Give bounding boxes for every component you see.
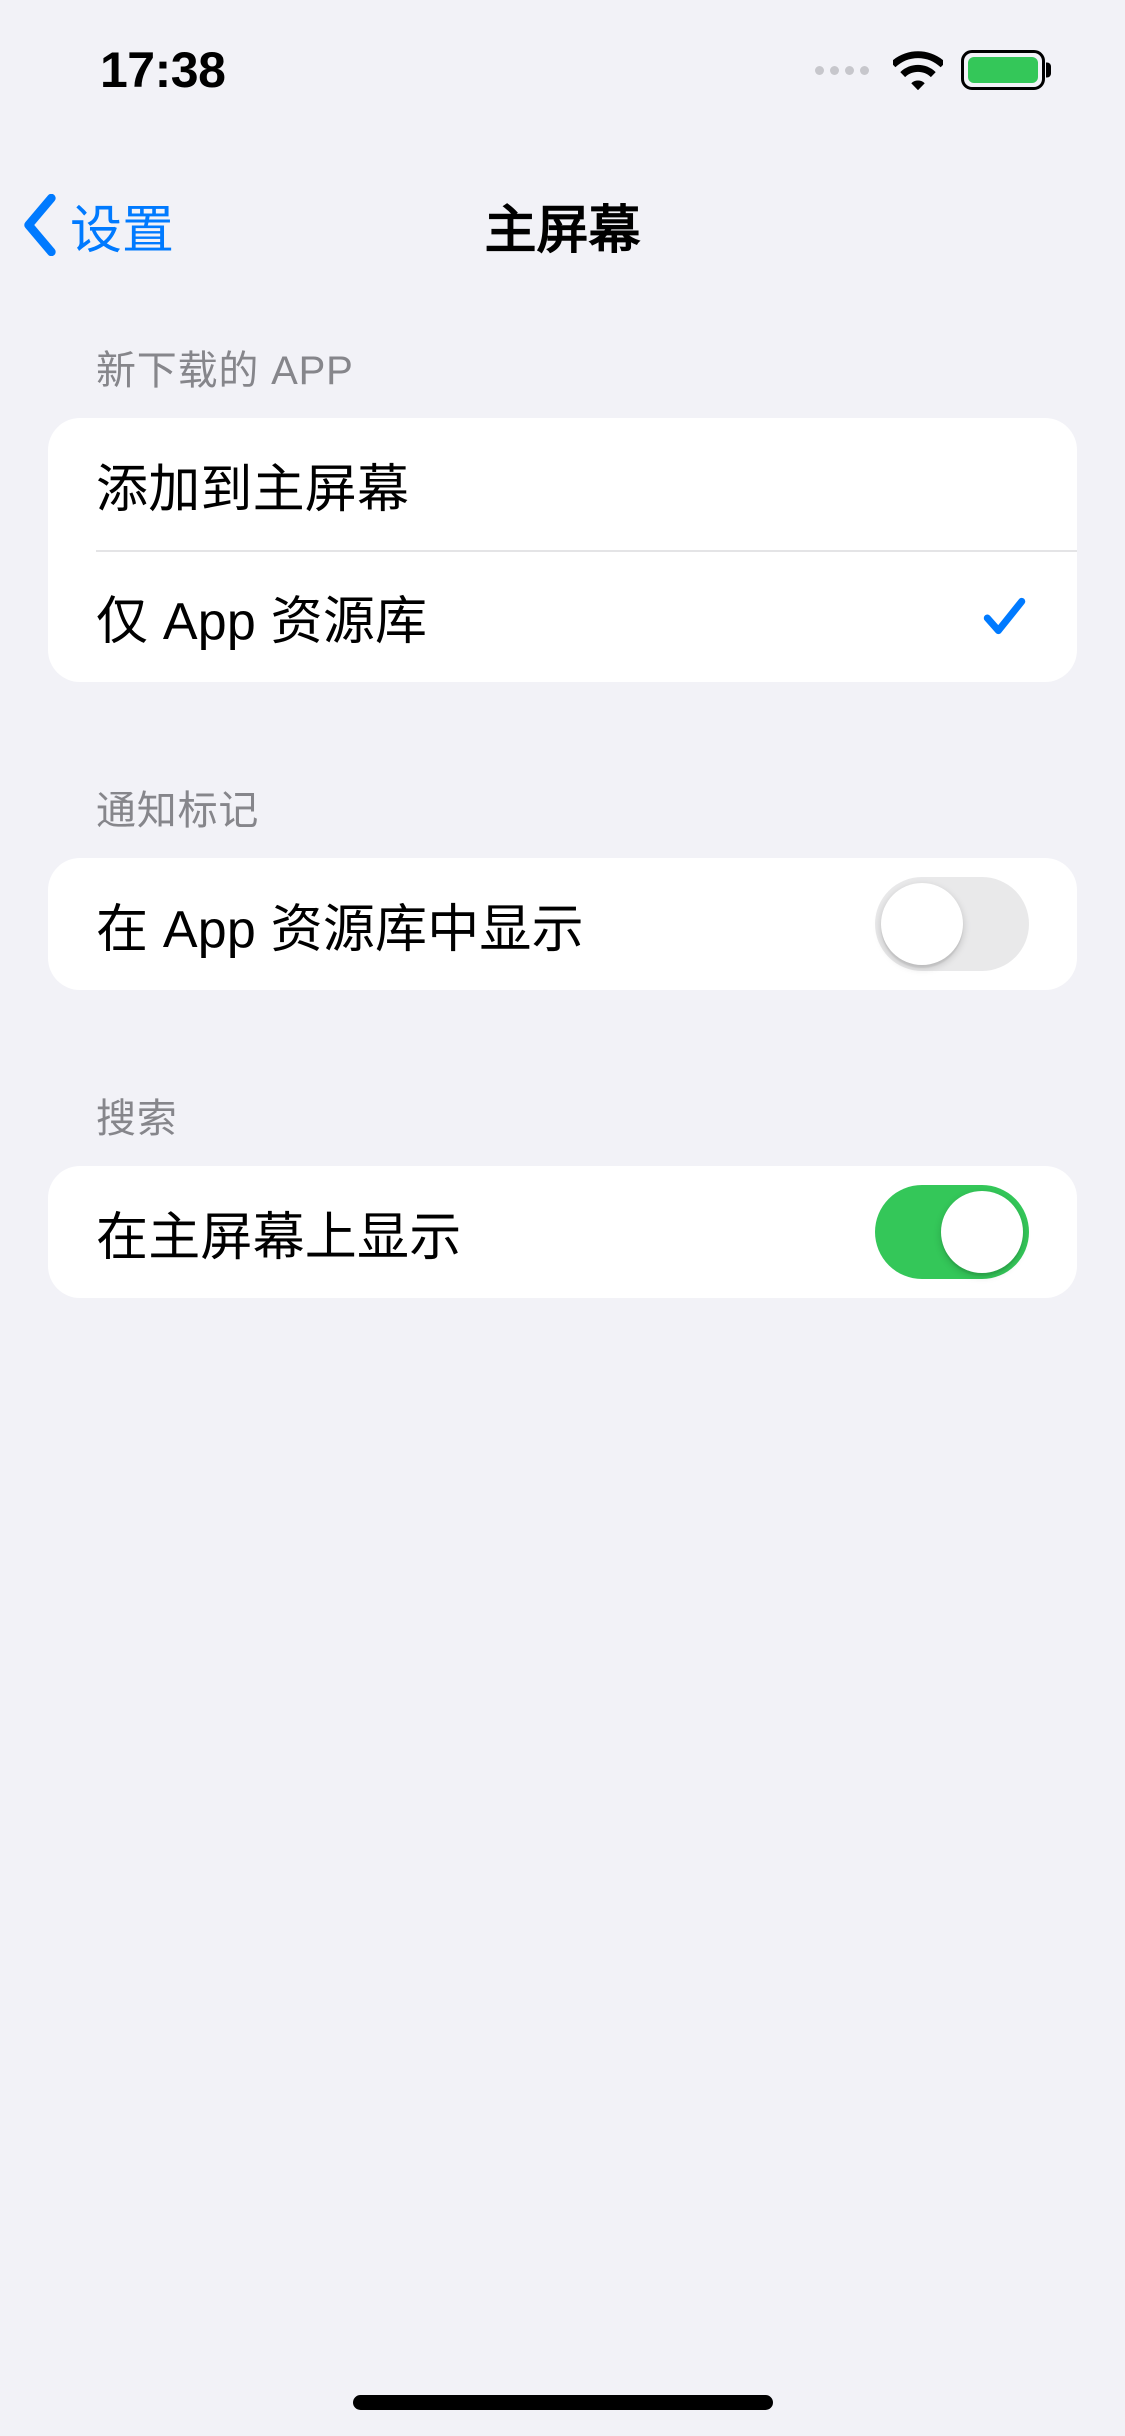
battery-icon: [961, 50, 1045, 90]
back-label: 设置: [70, 188, 174, 263]
section-header-new-downloaded: 新下载的 APP: [48, 338, 1077, 418]
toggle-show-in-app-library[interactable]: [875, 877, 1029, 971]
checkmark-icon: [979, 591, 1029, 641]
row-label: 在主屏幕上显示: [96, 1195, 461, 1270]
home-indicator[interactable]: [353, 2395, 773, 2410]
group-search: 在主屏幕上显示: [48, 1166, 1077, 1298]
group-notification-badges: 在 App 资源库中显示: [48, 858, 1077, 990]
option-app-library-only[interactable]: 仅 App 资源库: [48, 550, 1077, 682]
row-label: 添加到主屏幕: [96, 447, 409, 522]
chevron-left-icon: [22, 194, 60, 256]
section-search: 搜索 在主屏幕上显示: [48, 1086, 1077, 1298]
cellular-dots-icon: [815, 66, 869, 75]
toggle-show-on-home-screen[interactable]: [875, 1185, 1029, 1279]
section-new-downloaded-apps: 新下载的 APP 添加到主屏幕 仅 App 资源库: [48, 338, 1077, 682]
status-bar: 17:38: [0, 0, 1125, 140]
status-icons: [815, 50, 1045, 90]
back-button[interactable]: 设置: [22, 188, 174, 263]
row-label: 仅 App 资源库: [96, 579, 427, 654]
group-new-downloaded: 添加到主屏幕 仅 App 资源库: [48, 418, 1077, 682]
status-time: 17:38: [100, 41, 225, 99]
row-show-on-home-screen: 在主屏幕上显示: [48, 1166, 1077, 1298]
section-header-search: 搜索: [48, 1086, 1077, 1166]
section-notification-badges: 通知标记 在 App 资源库中显示: [48, 778, 1077, 990]
section-header-notification-badges: 通知标记: [48, 778, 1077, 858]
nav-bar: 设置 主屏幕: [0, 165, 1125, 285]
row-label: 在 App 资源库中显示: [96, 887, 584, 962]
row-show-in-app-library: 在 App 资源库中显示: [48, 858, 1077, 990]
option-add-to-home-screen[interactable]: 添加到主屏幕: [48, 418, 1077, 550]
wifi-icon: [893, 50, 943, 90]
page-title: 主屏幕: [484, 188, 640, 263]
